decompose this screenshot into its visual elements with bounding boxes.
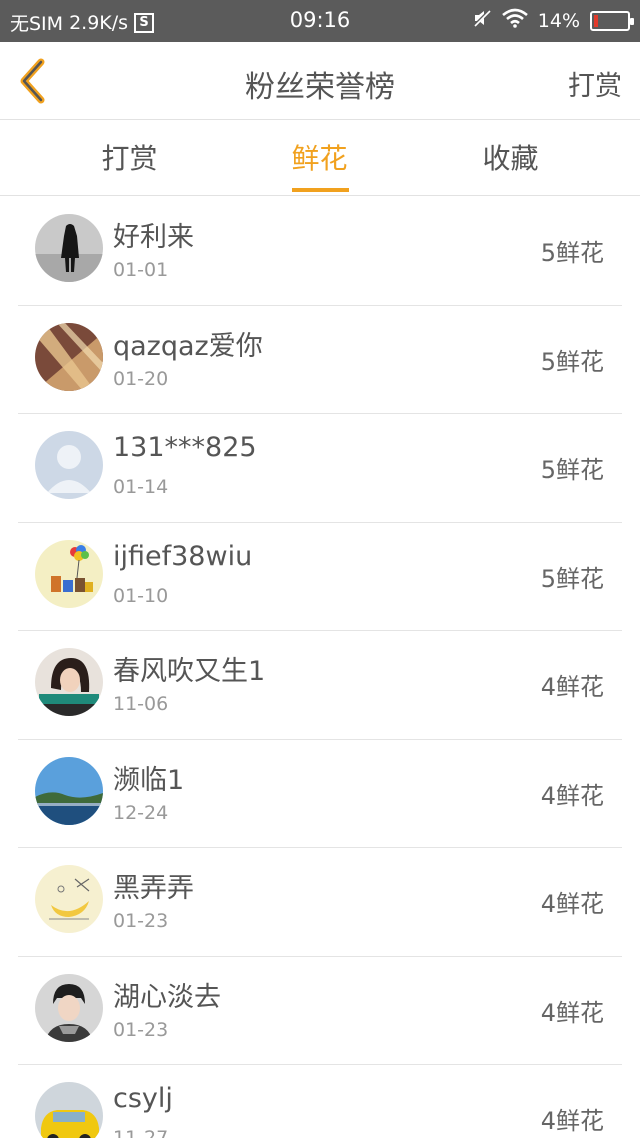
avatar [35, 973, 103, 1042]
gift-date: 12-24 [113, 801, 169, 824]
battery-percent: 14% [537, 9, 580, 32]
flower-count: 4鲜花 [540, 998, 604, 1027]
flower-count: 4鲜花 [540, 781, 604, 810]
avatar [35, 1082, 103, 1138]
list-item[interactable]: 春风吹又生1 11-06 4鲜花 [18, 631, 622, 740]
tab-reward[interactable]: 打赏 [23, 121, 236, 196]
list-item[interactable]: 濒临1 12-24 4鲜花 [18, 740, 622, 848]
list-item[interactable]: 湖心淡去 01-23 4鲜花 [18, 957, 622, 1065]
gift-date: 01-01 [113, 259, 169, 281]
list-item[interactable]: 好利来 01-01 5鲜花 [18, 197, 622, 306]
tab-bar: 打赏 鲜花 收藏 [0, 121, 640, 196]
list-item[interactable]: 黑弄弄 01-23 4鲜花 [18, 848, 622, 957]
flower-count: 5鲜花 [540, 564, 604, 593]
gift-date: 11-27 [113, 1127, 169, 1138]
user-name: csylj [113, 1083, 173, 1114]
user-name: ijfief38wiu [113, 540, 253, 572]
list-item[interactable]: ijfief38wiu 01-10 5鲜花 [18, 523, 622, 631]
list-item[interactable]: 131***825 01-14 5鲜花 [18, 414, 622, 523]
flower-count: 5鲜花 [540, 239, 604, 267]
user-name: 131***825 [113, 432, 257, 463]
flower-count: 4鲜花 [540, 890, 604, 918]
battery-icon [590, 10, 634, 31]
status-bar: 无SIM 2.9K/s S 09:16 14% [0, 0, 640, 42]
avatar [35, 322, 103, 391]
tab-label: 打赏 [101, 142, 158, 175]
tab-flowers[interactable]: 鲜花 [213, 121, 426, 196]
reward-button[interactable]: 打赏 [568, 64, 622, 103]
gift-date: 01-20 [113, 367, 169, 390]
battery-level [594, 14, 598, 27]
gift-date: 01-23 [113, 910, 169, 932]
active-tab-indicator [291, 188, 349, 192]
avatar [35, 865, 103, 933]
flower-count: 5鲜花 [540, 347, 604, 376]
user-name: 春风吹又生1 [113, 656, 266, 687]
flower-count: 4鲜花 [540, 673, 604, 701]
user-name: 黑弄弄 [113, 873, 194, 904]
tab-favorites[interactable]: 收藏 [404, 121, 617, 196]
avatar [35, 214, 103, 282]
avatar [35, 648, 103, 716]
wifi-icon [501, 8, 528, 33]
page-title: 粉丝荣誉榜 [245, 70, 395, 105]
user-name: qazqaz爱你 [113, 330, 263, 362]
flower-count: 5鲜花 [540, 456, 604, 484]
user-name: 好利来 [113, 222, 194, 253]
gift-date: 01-10 [113, 584, 169, 607]
gift-date: 01-14 [113, 476, 169, 498]
user-name: 湖心淡去 [113, 981, 221, 1013]
flower-count: 4鲜花 [540, 1107, 604, 1135]
fan-list: 好利来 01-01 5鲜花 qazqaz爱你 01-20 5鲜花 131***8… [0, 197, 640, 1138]
status-right: 14% [472, 8, 634, 33]
tab-label: 鲜花 [291, 142, 348, 175]
user-name: 濒临1 [113, 764, 185, 796]
list-item[interactable]: csylj 11-27 4鲜花 [18, 1065, 622, 1138]
default-user-icon [35, 431, 103, 499]
gift-date: 01-23 [113, 1018, 169, 1041]
tab-label: 收藏 [482, 142, 539, 175]
avatar [35, 756, 103, 825]
gift-date: 11-06 [113, 693, 169, 715]
nav-bar: 粉丝荣誉榜 打赏 [0, 42, 640, 120]
mute-icon [472, 8, 492, 33]
avatar [35, 431, 103, 499]
avatar [35, 539, 103, 608]
list-item[interactable]: qazqaz爱你 01-20 5鲜花 [18, 306, 622, 414]
